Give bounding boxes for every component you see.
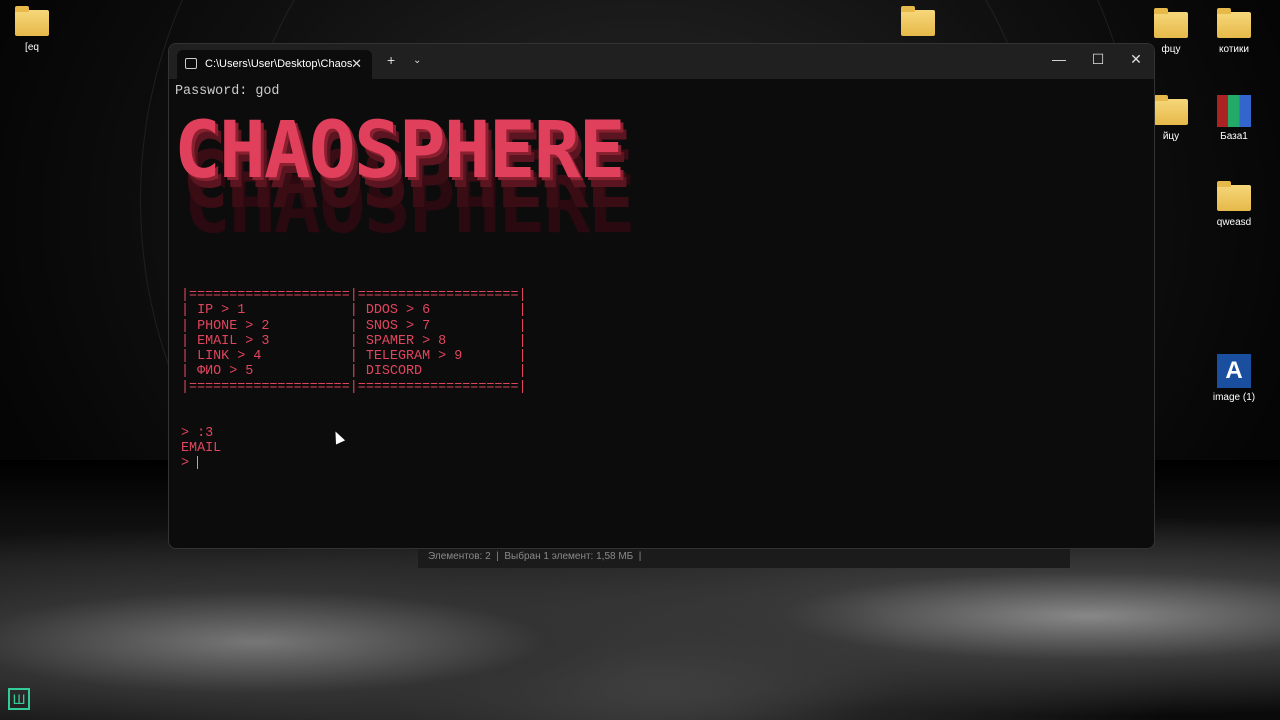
- desktop-icon[interactable]: котики: [1202, 8, 1266, 55]
- prompt: >: [181, 456, 198, 472]
- desktop-icon[interactable]: Aimage (1): [1202, 354, 1266, 403]
- desktop-icon[interactable]: [eq: [0, 6, 64, 53]
- chevron-down-icon[interactable]: ⌄: [413, 55, 421, 66]
- folder-icon: [1217, 8, 1251, 38]
- icon-label: котики: [1219, 44, 1249, 55]
- desktop-icon[interactable]: qweasd: [1202, 181, 1266, 228]
- folder-icon: [1217, 181, 1251, 211]
- folder-icon: [1154, 95, 1188, 125]
- icon-label: фцу: [1161, 44, 1181, 55]
- icon-label: йцу: [1162, 131, 1180, 142]
- password-line: Password: god: [175, 84, 280, 99]
- folder-icon: [901, 6, 935, 36]
- desktop-icon[interactable]: База1: [1202, 95, 1266, 142]
- selection-info: Выбран 1 элемент: 1,58 МБ: [504, 551, 634, 562]
- output-line: EMAIL: [181, 440, 222, 456]
- tab-terminal[interactable]: C:\Users\User\Desktop\Chaos ✕: [177, 50, 372, 79]
- menu-row: | ФИО > 5 | DISCORD |: [181, 364, 527, 380]
- menu-row: | EMAIL > 3 | SPAMER > 8 |: [181, 333, 527, 349]
- folder-icon: [1154, 8, 1188, 38]
- menu-border: |====================|==================…: [181, 379, 527, 395]
- menu-border: |====================|==================…: [181, 288, 527, 303]
- taskbar-app-icon[interactable]: Ш: [8, 688, 30, 710]
- new-tab-button[interactable]: +: [387, 52, 395, 68]
- prompt-line[interactable]: >: [181, 456, 527, 471]
- close-tab-icon[interactable]: ✕: [351, 56, 362, 72]
- terminal-window: C:\Users\User\Desktop\Chaos ✕ + ⌄ — ☐ ✕ …: [168, 43, 1155, 549]
- tab-title: C:\Users\User\Desktop\Chaos: [205, 58, 353, 70]
- menu-table: |====================|==================…: [175, 283, 533, 477]
- menu-row: | IP > 1 | DDOS > 6 |: [181, 303, 527, 319]
- terminal-icon: [185, 58, 197, 69]
- title-bar: C:\Users\User\Desktop\Chaos ✕ + ⌄ — ☐ ✕: [169, 44, 1154, 79]
- menu-row: | LINK > 4 | TELEGRAM > 9 |: [181, 349, 527, 365]
- icon-label: База1: [1220, 131, 1248, 142]
- input-echo: > :3: [181, 425, 214, 441]
- chaosphere-logo: CHAOSPHERE: [174, 106, 626, 196]
- icon-label: qweasd: [1216, 217, 1252, 228]
- icon-label: image (1): [1212, 392, 1256, 403]
- explorer-status-bar: Элементов: 2 | Выбран 1 элемент: 1,58 МБ…: [418, 548, 1070, 568]
- close-button[interactable]: ✕: [1121, 51, 1151, 68]
- desktop-icon[interactable]: [886, 6, 950, 42]
- maximize-button[interactable]: ☐: [1083, 51, 1113, 68]
- icon-label: [eq: [25, 42, 39, 53]
- app-a-icon: A: [1217, 354, 1251, 388]
- text-cursor: [197, 456, 199, 470]
- menu-row: | PHONE > 2 | SNOS > 7 |: [181, 318, 527, 334]
- folder-icon: [15, 6, 49, 36]
- item-count: Элементов: 2: [428, 551, 491, 562]
- minimize-button[interactable]: —: [1044, 51, 1074, 67]
- archive-icon: [1217, 95, 1251, 127]
